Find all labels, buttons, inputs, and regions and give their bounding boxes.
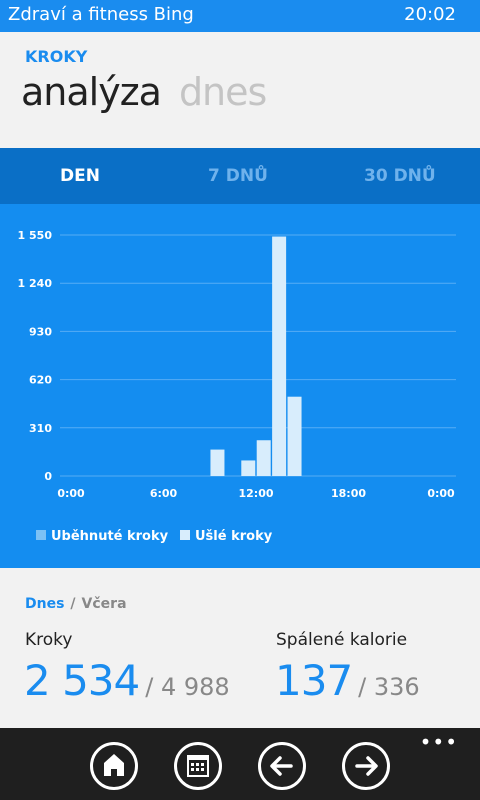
y-tick-label: 1 550: [18, 229, 53, 242]
calendar-button[interactable]: [174, 742, 222, 790]
y-tick-label: 0: [44, 470, 52, 483]
steps-stat: 2 534/ 4 988: [24, 656, 230, 705]
forward-button[interactable]: [342, 742, 390, 790]
section-title: KROKY: [25, 47, 88, 66]
y-tick-label: 620: [29, 374, 52, 387]
x-tick-label: 12:00: [238, 487, 273, 500]
legend-label-walking: Ušlé kroky: [195, 529, 273, 544]
pivot-headers: analýza dnes: [21, 70, 267, 114]
legend-item-walking: Ušlé kroky: [180, 529, 272, 544]
tab-30-days[interactable]: 30 DNŮ: [364, 166, 436, 186]
back-button[interactable]: [258, 742, 306, 790]
chart-canvas: 0 310 620 930 1 240 1 550 0:00 6:00 12:00 18:00 0:…: [18, 229, 456, 500]
stats-panel: Dnes / Včera Kroky 2 534/ 4 988 Spálené ka…: [0, 568, 480, 728]
x-tick-label: 6:00: [150, 487, 178, 500]
day-separator: /: [70, 596, 76, 612]
more-menu-icon[interactable]: •••: [420, 730, 458, 754]
steps-value: 2 534: [24, 656, 140, 705]
status-bar: Zdraví a fitness Bing 20:02: [0, 0, 480, 32]
legend-item-running: Uběhnuté kroky: [36, 529, 168, 544]
forward-arrow-icon: [355, 756, 378, 776]
calories-goal: / 336: [358, 673, 420, 701]
pivot-item-dnes[interactable]: dnes: [179, 70, 267, 114]
home-icon: [104, 754, 124, 776]
steps-label: Kroky: [25, 630, 73, 650]
calories-stat: 137/ 336: [275, 656, 420, 705]
legend-label-running: Uběhnuté kroky: [51, 529, 169, 544]
y-tick-label: 1 240: [18, 277, 53, 290]
legend-swatch-walking: [180, 530, 190, 540]
day-yesterday-link[interactable]: Včera: [82, 596, 127, 612]
x-tick-label: 0:00: [57, 487, 85, 500]
chart-bar: [241, 460, 256, 476]
chart-bar: [256, 440, 271, 476]
period-tabs: DEN 7 DNŮ 30 DNŮ: [0, 148, 480, 204]
day-today-link[interactable]: Dnes: [25, 596, 64, 612]
day-switch: Dnes / Včera: [25, 596, 127, 612]
app-bar: •••: [0, 728, 480, 800]
x-tick-label: 0:00: [427, 487, 455, 500]
chart-bar: [210, 449, 225, 476]
pivot-item-analyza[interactable]: analýza: [21, 70, 162, 114]
tab-day[interactable]: DEN: [60, 166, 100, 186]
chart-bar: [272, 236, 287, 476]
legend-swatch-running: [36, 530, 46, 540]
app-title: Zdraví a fitness Bing: [8, 4, 194, 25]
calories-value: 137: [275, 656, 353, 705]
tab-7-days[interactable]: 7 DNŮ: [208, 166, 268, 186]
clock: 20:02: [404, 4, 456, 25]
page-header: KROKY analýza dnes: [0, 32, 480, 148]
y-tick-label: 310: [29, 422, 52, 435]
chart-bar: [287, 396, 302, 476]
steps-chart: 0 310 620 930 1 240 1 550 0:00 6:00 12:00 18:00 0:…: [0, 204, 480, 568]
home-button[interactable]: [90, 742, 138, 790]
y-tick-label: 930: [29, 325, 52, 338]
back-arrow-icon: [270, 756, 293, 776]
calendar-icon: [187, 755, 209, 777]
x-tick-label: 18:00: [331, 487, 366, 500]
calories-label: Spálené kalorie: [276, 630, 408, 650]
steps-goal: / 4 988: [145, 673, 230, 701]
